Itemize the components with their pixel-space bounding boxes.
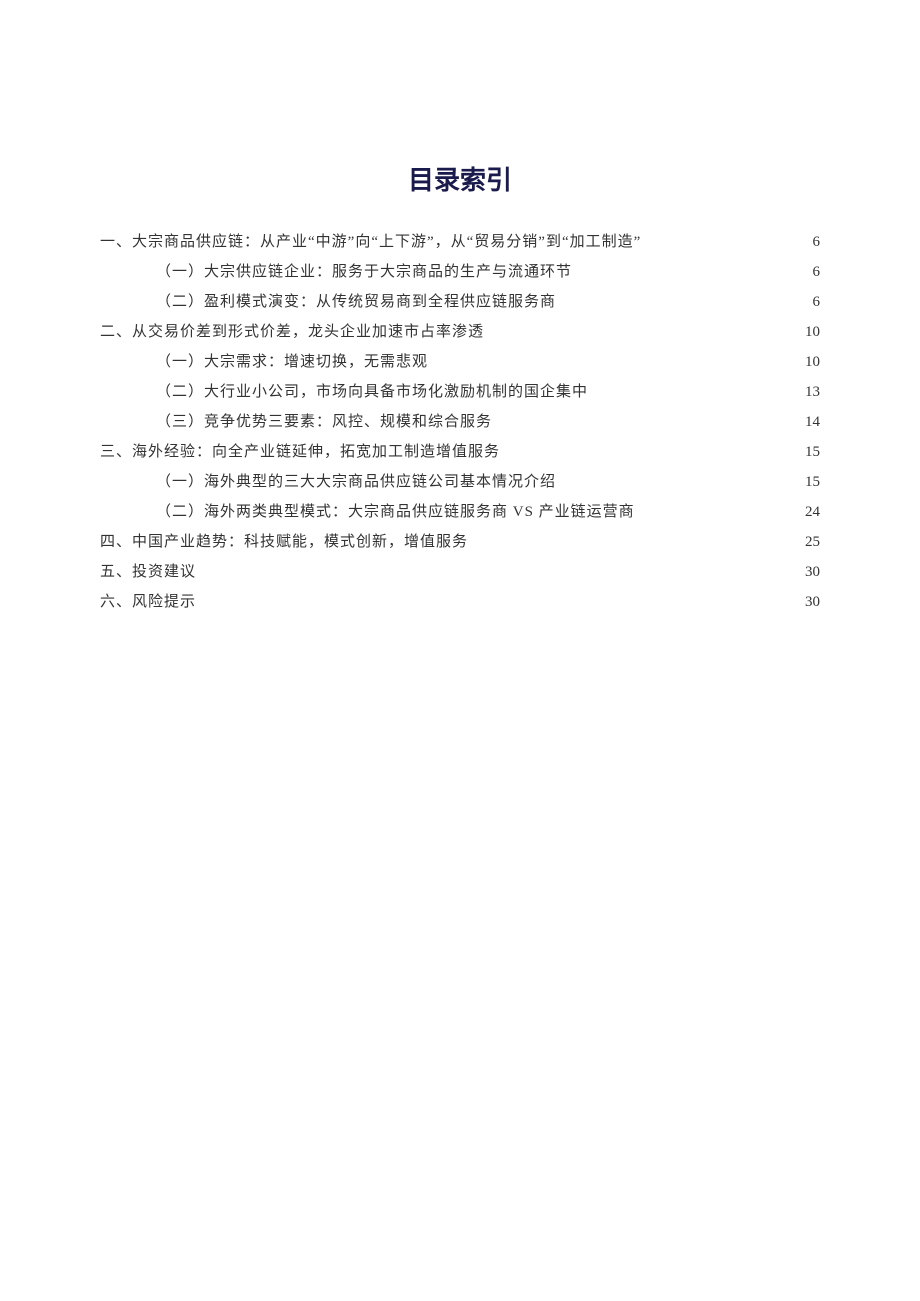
toc-entry: （一）大宗需求：增速切换，无需悲观 10 [100,347,820,377]
toc-entry: （二）盈利模式演变：从传统贸易商到全程供应链服务商 6 [100,287,820,317]
toc-dots [560,471,794,486]
toc-entry-page: 30 [798,587,820,617]
toc-entry-page: 10 [798,317,820,347]
toc-entry: 五、投资建议 30 [100,557,820,587]
toc-entry-label: （一）海外典型的三大大宗商品供应链公司基本情况介绍 [156,467,556,497]
toc-entry-label: 五、投资建议 [100,557,196,587]
toc-dots [645,231,794,246]
toc-entry: （一）大宗供应链企业：服务于大宗商品的生产与流通环节 6 [100,257,820,287]
toc-dots [472,531,794,546]
toc-dots [488,321,794,336]
toc-entry-label: （二）盈利模式演变：从传统贸易商到全程供应链服务商 [156,287,556,317]
toc-entry: （二）大行业小公司，市场向具备市场化激励机制的国企集中 13 [100,377,820,407]
toc-entry: （二）海外两类典型模式：大宗商品供应链服务商 VS 产业链运营商 24 [100,497,820,527]
toc-entry-page: 13 [798,377,820,407]
toc-entry: 一、大宗商品供应链：从产业“中游”向“上下游”，从“贸易分销”到“加工制造” 6 [100,227,820,257]
toc-entry-page: 24 [798,497,820,527]
toc-entry-page: 30 [798,557,820,587]
toc-entry-label: （三）竞争优势三要素：风控、规模和综合服务 [156,407,492,437]
toc-list: 一、大宗商品供应链：从产业“中游”向“上下游”，从“贸易分销”到“加工制造”6（… [100,227,820,617]
toc-entry-label: （一）大宗需求：增速切换，无需悲观 [156,347,428,377]
toc-dots [639,501,794,516]
toc-entry: （三）竞争优势三要素：风控、规模和综合服务 14 [100,407,820,437]
toc-entry: 六、风险提示 30 [100,587,820,617]
toc-entry-label: （二）大行业小公司，市场向具备市场化激励机制的国企集中 [156,377,588,407]
toc-entry-label: 一、大宗商品供应链：从产业“中游”向“上下游”，从“贸易分销”到“加工制造” [100,227,641,257]
toc-entry-label: （二）海外两类典型模式：大宗商品供应链服务商 VS 产业链运营商 [156,497,635,527]
toc-entry: 四、中国产业趋势：科技赋能，模式创新，增值服务 25 [100,527,820,557]
toc-entry-page: 15 [798,467,820,497]
toc-dots [592,381,794,396]
toc-entry: 二、从交易价差到形式价差，龙头企业加速市占率渗透 10 [100,317,820,347]
toc-entry: （一）海外典型的三大大宗商品供应链公司基本情况介绍 15 [100,467,820,497]
toc-entry-page: 6 [798,257,820,287]
toc-entry: 三、海外经验：向全产业链延伸，拓宽加工制造增值服务 15 [100,437,820,467]
toc-entry-label: 三、海外经验：向全产业链延伸，拓宽加工制造增值服务 [100,437,500,467]
toc-entry-label: 六、风险提示 [100,587,196,617]
toc-dots [496,411,794,426]
toc-dots [576,261,794,276]
toc-title: 目录索引 [100,160,820,197]
toc-entry-page: 6 [798,287,820,317]
toc-entry-page: 25 [798,527,820,557]
toc-dots [560,291,794,306]
toc-entry-page: 15 [798,437,820,467]
toc-dots [504,441,794,456]
toc-entry-page: 6 [798,227,820,257]
toc-entry-label: （一）大宗供应链企业：服务于大宗商品的生产与流通环节 [156,257,572,287]
toc-entry-label: 二、从交易价差到形式价差，龙头企业加速市占率渗透 [100,317,484,347]
toc-entry-label: 四、中国产业趋势：科技赋能，模式创新，增值服务 [100,527,468,557]
toc-dots [200,561,794,576]
toc-dots [432,351,794,366]
toc-entry-page: 14 [798,407,820,437]
toc-dots [200,591,794,606]
toc-entry-page: 10 [798,347,820,377]
